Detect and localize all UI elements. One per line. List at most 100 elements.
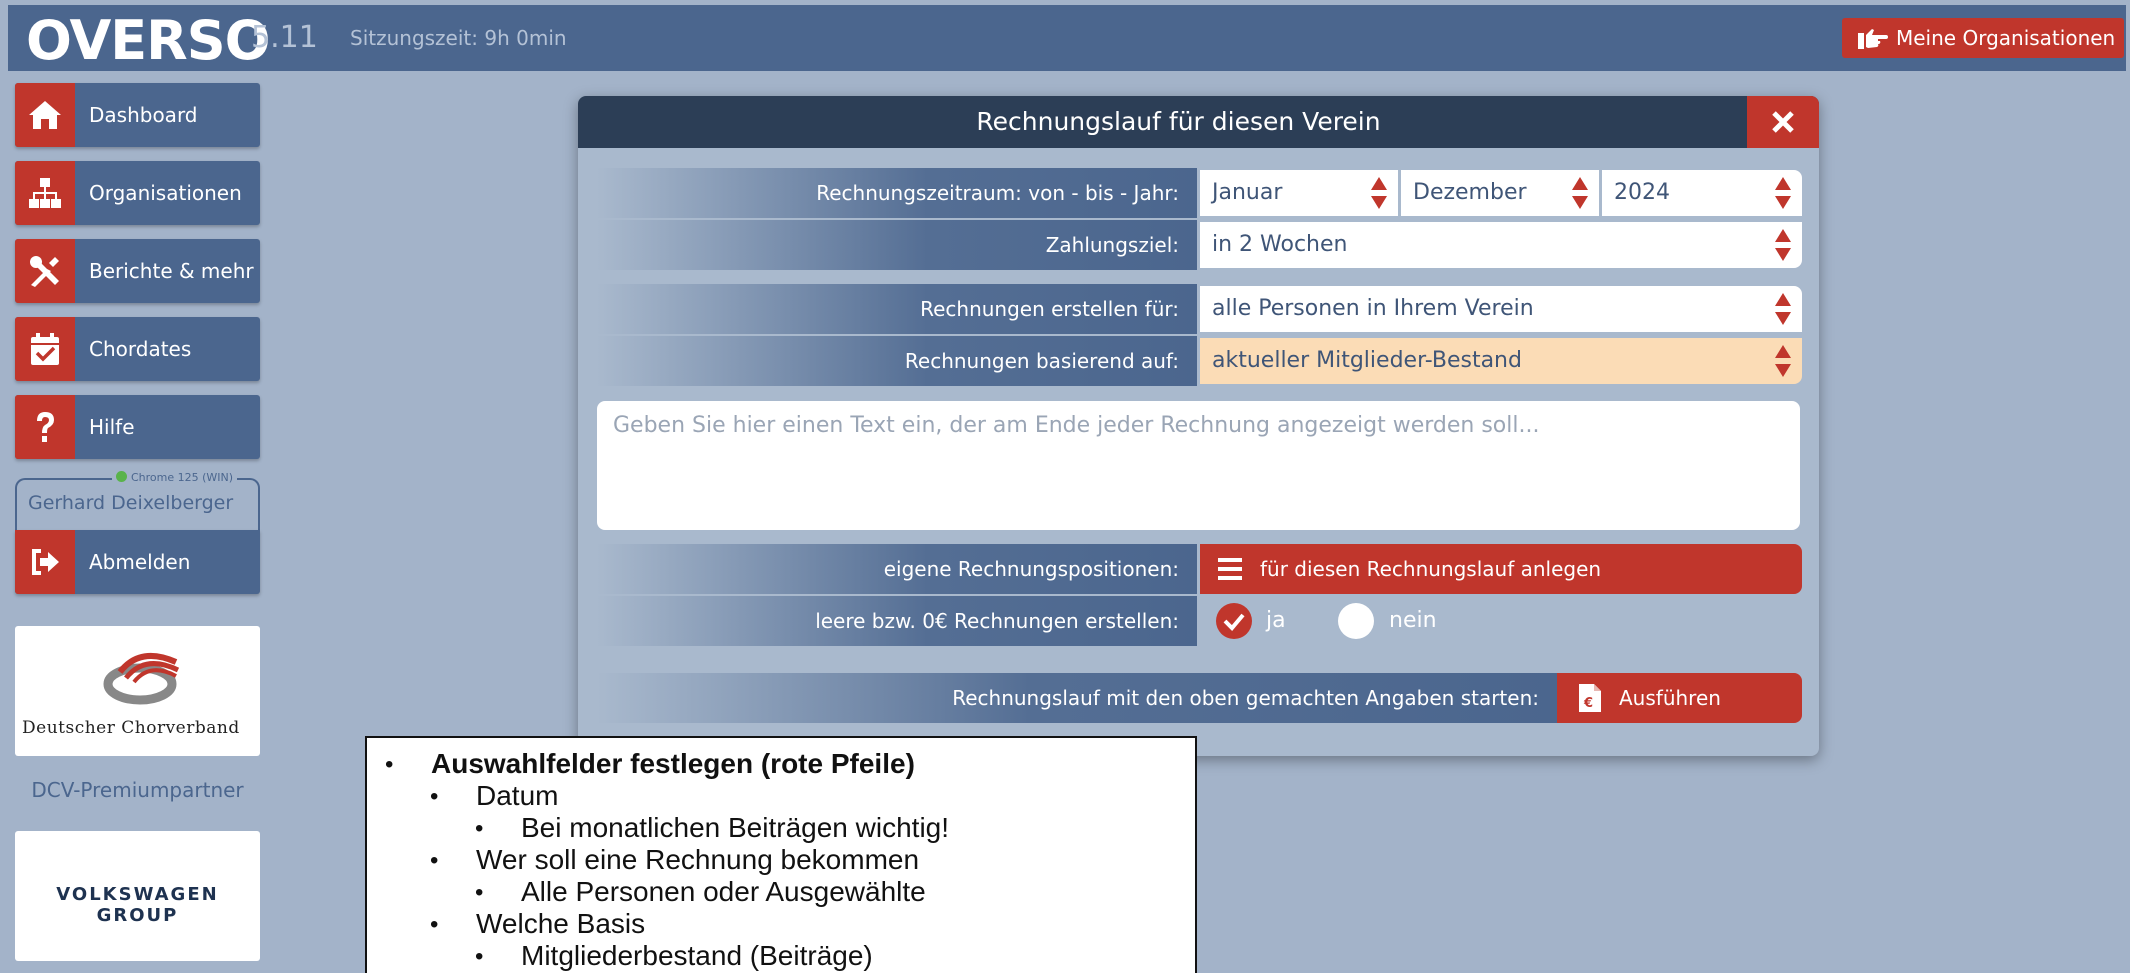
select-arrows-icon (1775, 293, 1791, 325)
pointing-hand-icon (1858, 29, 1888, 49)
app-logo[interactable]: OVERSO (26, 8, 271, 74)
own-positions-row: eigene Rechnungspositionen: für diesen R… (597, 544, 1802, 594)
payment-terms-value: in 2 Wochen (1212, 232, 1348, 257)
execute-button[interactable]: € Ausführen (1557, 673, 1802, 723)
radio-no[interactable] (1338, 603, 1374, 639)
invoices-for-value: alle Personen in Ihrem Verein (1212, 296, 1534, 321)
radio-yes[interactable] (1216, 603, 1252, 639)
sidebar-item-label: Hilfe (89, 415, 135, 439)
payment-terms-label: Zahlungsziel: (597, 220, 1197, 270)
sidebar-item-organisationen[interactable]: Organisationen (15, 161, 260, 225)
user-name: Gerhard Deixelberger (28, 492, 234, 514)
period-row: Rechnungszeitraum: von - bis - Jahr: Jan… (597, 168, 1802, 218)
online-status-dot (116, 471, 127, 482)
payment-terms-select[interactable]: in 2 Wochen (1200, 222, 1802, 268)
select-arrows-icon (1775, 345, 1791, 377)
browser-info: Chrome 125 (WIN) (112, 471, 238, 484)
top-bar: OVERSO 5.11 Sitzungszeit: 9h 0min Meine … (8, 5, 2126, 74)
sidebar-item-hilfe[interactable]: Hilfe (15, 395, 260, 459)
dcv-logo-icon (103, 653, 180, 705)
empty-invoices-label: leere bzw. 0€ Rechnungen erstellen: (597, 596, 1197, 646)
own-positions-label: eigene Rechnungspositionen: (597, 544, 1197, 594)
sidebar-icon-box (15, 83, 75, 147)
sidebar-icon-box (15, 530, 75, 594)
browser-label: Chrome 125 (WIN) (131, 471, 234, 484)
bullet: • (475, 815, 484, 842)
create-positions-label: für diesen Rechnungslauf anlegen (1260, 557, 1602, 581)
invoice-footer-textarea[interactable]: Geben Sie hier einen Text ein, der am En… (597, 401, 1800, 530)
logout-label: Abmelden (89, 550, 191, 574)
sidebar-item-label: Berichte & mehr (89, 259, 254, 283)
year-value: 2024 (1614, 180, 1670, 205)
svg-text:€: € (1583, 696, 1593, 711)
bullet: • (385, 751, 394, 778)
sidebar-item-label: Chordates (89, 337, 192, 361)
to-month-select[interactable]: Dezember (1401, 170, 1599, 216)
note-line: Mitgliederbestand (Beiträge) (521, 940, 873, 971)
sitemap-icon (29, 178, 61, 208)
bullet: • (430, 911, 439, 938)
my-organisations-button[interactable]: Meine Organisationen (1842, 18, 2124, 58)
app-version: 5.11 (251, 20, 318, 55)
execute-label: Rechnungslauf mit den oben gemachten Ang… (597, 673, 1557, 723)
invoices-for-row: Rechnungen erstellen für: alle Personen … (597, 284, 1802, 334)
radio-yes-label: ja (1266, 608, 1286, 633)
select-arrows-icon (1572, 177, 1588, 209)
sidebar-item-dashboard[interactable]: Dashboard (15, 83, 260, 147)
create-positions-button[interactable]: für diesen Rechnungslauf anlegen (1200, 544, 1802, 594)
execute-label-text: Ausführen (1619, 686, 1721, 710)
to-month-value: Dezember (1413, 180, 1527, 205)
note-line: Auswahlfelder festlegen (rote Pfeile) (431, 748, 915, 779)
note-line: Welche Basis (476, 908, 646, 939)
sidebar-item-berichte[interactable]: Berichte & mehr (15, 239, 260, 303)
note-line: Wer soll eine Rechnung bekommen (476, 844, 920, 875)
dcv-logo-text: Deutscher Chorverband (22, 718, 240, 738)
invoices-basis-row: Rechnungen basierend auf: aktueller Mitg… (597, 336, 1802, 386)
logout-button[interactable]: Abmelden (15, 530, 260, 594)
home-icon (29, 101, 61, 129)
dialog-title: Rechnungslauf für diesen Verein (578, 96, 1819, 148)
close-icon (1772, 111, 1794, 133)
sidebar-icon-box (15, 161, 75, 225)
close-button[interactable] (1747, 96, 1819, 148)
question-icon (37, 412, 54, 442)
execute-row: Rechnungslauf mit den oben gemachten Ang… (597, 673, 1802, 723)
bullet: • (430, 783, 439, 810)
my-organisations-label: Meine Organisationen (1896, 26, 2116, 50)
vw-logo-text: VOLKSWAGEN GROUP (56, 884, 219, 926)
bullet: • (430, 847, 439, 874)
empty-invoices-row: leere bzw. 0€ Rechnungen erstellen: ja n… (597, 596, 1780, 646)
invoices-basis-label: Rechnungen basierend auf: (597, 336, 1197, 386)
textarea-placeholder: Geben Sie hier einen Text ein, der am En… (613, 413, 1540, 438)
sidebar-icon-box (15, 317, 75, 381)
note-line: Alle Personen oder Ausgewählte (521, 876, 926, 907)
year-select[interactable]: 2024 (1602, 170, 1802, 216)
select-arrows-icon (1775, 229, 1791, 261)
invoice-icon: € (1579, 684, 1601, 712)
invoices-for-select[interactable]: alle Personen in Ihrem Verein (1200, 286, 1802, 332)
premium-partner-label: DCV-Premiumpartner (31, 778, 244, 802)
checkmark-icon (1223, 613, 1245, 631)
sidebar-icon-box (15, 239, 75, 303)
note-line: Bei monatlichen Beiträgen wichtig! (521, 812, 950, 843)
invoices-basis-value: aktueller Mitglieder-Bestand (1212, 348, 1522, 373)
sidebar-item-label: Organisationen (89, 181, 242, 205)
notes-box: • Auswahlfelder festlegen (rote Pfeile) … (365, 736, 1197, 973)
calendar-check-icon (31, 333, 59, 365)
tools-icon (30, 256, 59, 287)
bullet: • (475, 879, 484, 906)
sidebar-icon-box (15, 395, 75, 459)
note-line: Datum (476, 780, 559, 811)
from-month-select[interactable]: Januar (1200, 170, 1398, 216)
sidebar-item-label: Dashboard (89, 103, 198, 127)
from-month-value: Januar (1212, 180, 1283, 205)
sidebar-item-chordates[interactable]: Chordates (15, 317, 260, 381)
payment-terms-row: Zahlungsziel: in 2 Wochen (597, 220, 1802, 270)
radio-no-label: nein (1389, 608, 1437, 633)
period-label: Rechnungszeitraum: von - bis - Jahr: (597, 168, 1197, 218)
select-arrows-icon (1371, 177, 1387, 209)
session-time: Sitzungszeit: 9h 0min (350, 26, 567, 50)
list-icon (1218, 558, 1242, 580)
invoices-basis-select[interactable]: aktueller Mitglieder-Bestand (1200, 338, 1802, 384)
bullet: • (475, 943, 484, 970)
